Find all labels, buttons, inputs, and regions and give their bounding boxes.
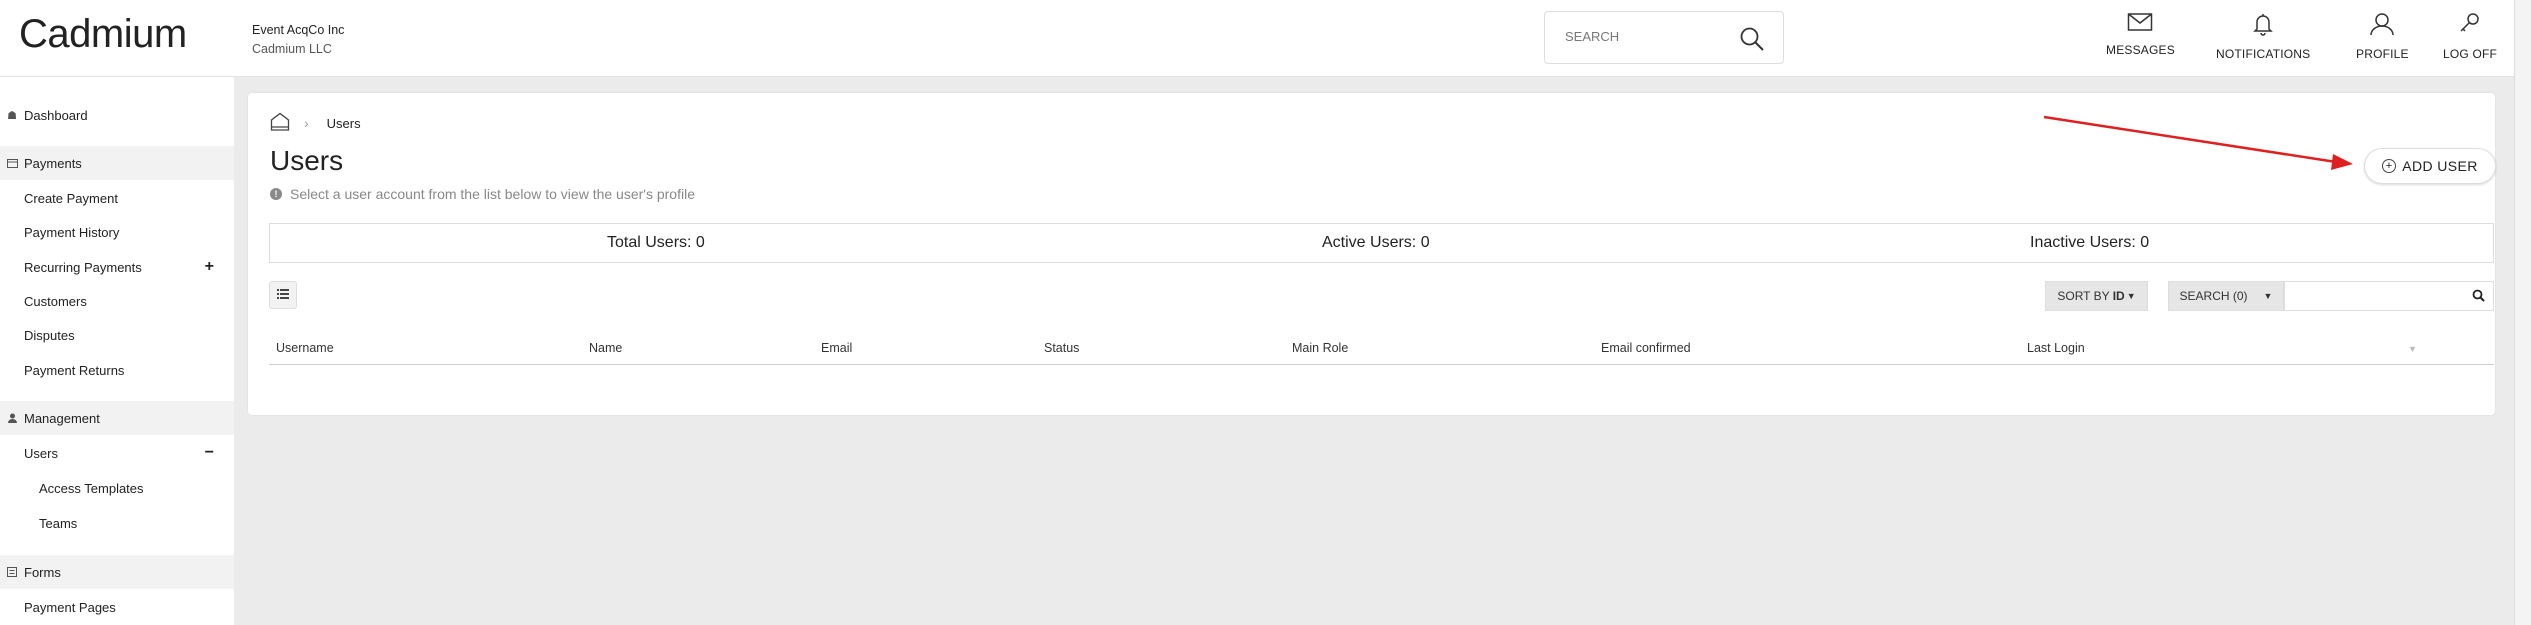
search-field-label: SEARCH (0)	[2179, 289, 2248, 303]
sidebar: ☗ Dashboard Payments Create Payment Paym…	[0, 77, 234, 625]
sidebar-item-users[interactable]: Users −	[0, 436, 234, 470]
nav-messages-label: MESSAGES	[2106, 43, 2175, 57]
users-table-header: Username Name Email Status Main Role Ema…	[269, 333, 2494, 365]
sidebar-item-label: Customers	[24, 293, 87, 309]
global-search-input[interactable]	[1565, 29, 1735, 44]
organization-name: Event AcqCo Inc	[252, 23, 345, 37]
envelope-icon	[2127, 12, 2153, 35]
nav-profile-label: PROFILE	[2356, 47, 2409, 61]
sidebar-section-payments[interactable]: Payments	[0, 146, 234, 180]
home-icon[interactable]	[270, 112, 290, 134]
sort-by-dropdown[interactable]: SORT BY ID ▼	[2045, 281, 2148, 311]
collapse-icon[interactable]: −	[205, 444, 214, 462]
sidebar-item-access-templates[interactable]: Access Templates	[0, 471, 234, 505]
sort-by-prefix: SORT BY	[2057, 289, 2113, 303]
nav-messages[interactable]: MESSAGES	[2106, 12, 2175, 57]
column-header-status[interactable]: Status	[1044, 341, 1079, 355]
user-icon	[2369, 12, 2395, 39]
sidebar-item-label: Access Templates	[39, 480, 144, 496]
breadcrumb: › Users	[270, 112, 361, 134]
sidebar-item-label: Forms	[24, 564, 61, 580]
person-icon	[0, 413, 24, 423]
sidebar-item-label: Disputes	[24, 327, 75, 343]
sidebar-item-payment-history[interactable]: Payment History	[0, 215, 234, 249]
chevron-right-icon: ›	[304, 115, 309, 131]
column-header-email[interactable]: Email	[821, 341, 852, 355]
sidebar-item-teams[interactable]: Teams	[0, 506, 234, 540]
global-search	[1544, 11, 1784, 64]
caret-down-icon: ▼	[2126, 291, 2136, 301]
search-icon[interactable]	[2472, 289, 2485, 307]
sidebar-item-label: Payment History	[24, 224, 120, 240]
expand-icon[interactable]: +	[205, 258, 214, 276]
sidebar-item-label: Payment Returns	[24, 362, 125, 378]
page-hint: ! Select a user account from the list be…	[270, 186, 695, 202]
search-field-dropdown[interactable]: SEARCH (0) ▼	[2168, 281, 2284, 311]
inactive-users-stat: Inactive Users: 0	[2030, 234, 2150, 251]
caret-down-icon: ▼	[2263, 291, 2273, 301]
nav-log-off[interactable]: LOG OFF	[2443, 12, 2497, 61]
page-hint-text: Select a user account from the list belo…	[290, 186, 695, 202]
sidebar-item-payment-returns[interactable]: Payment Returns	[0, 353, 234, 387]
sidebar-item-label: Payment Pages	[24, 599, 116, 615]
sidebar-item-create-payment[interactable]: Create Payment	[0, 181, 234, 215]
user-stats-bar: Total Users: 0 Active Users: 0 Inactive …	[269, 223, 2494, 263]
column-header-last-login[interactable]: Last Login	[2027, 341, 2085, 355]
sidebar-item-label: Dashboard	[24, 107, 88, 123]
page-scrollbar[interactable]	[2514, 0, 2531, 625]
organization-subname: Cadmium LLC	[252, 42, 332, 56]
sidebar-item-label: Management	[24, 410, 100, 426]
page-title: Users	[270, 145, 344, 176]
nav-log-off-label: LOG OFF	[2443, 47, 2498, 61]
active-users-stat: Active Users: 0	[1322, 234, 1430, 251]
sidebar-item-label: Teams	[39, 515, 78, 531]
column-header-name[interactable]: Name	[589, 341, 622, 355]
sidebar-item-recurring-payments[interactable]: Recurring Payments +	[0, 250, 234, 284]
column-header-main-role[interactable]: Main Role	[1292, 341, 1348, 355]
plus-circle-icon: +	[2382, 159, 2397, 173]
column-header-email-confirmed[interactable]: Email confirmed	[1601, 341, 1691, 355]
key-icon	[2458, 12, 2482, 39]
top-header: Cadmium Event AcqCo Inc Cadmium LLC MESS…	[0, 0, 2531, 77]
form-icon	[0, 567, 24, 577]
list-view-toggle[interactable]	[269, 281, 297, 309]
list-icon	[277, 286, 289, 304]
sidebar-section-management[interactable]: Management	[0, 401, 234, 435]
organization-info: Event AcqCo Inc Cadmium LLC	[252, 21, 344, 59]
app-logo[interactable]: Cadmium	[19, 12, 187, 57]
card-icon	[0, 158, 24, 168]
breadcrumb-current: Users	[326, 115, 361, 131]
sidebar-item-dashboard[interactable]: ☗ Dashboard	[0, 98, 234, 132]
user-search-input[interactable]	[2291, 288, 2461, 302]
sidebar-item-label: Recurring Payments	[24, 259, 142, 275]
add-user-button[interactable]: + ADD USER	[2364, 148, 2496, 184]
sidebar-item-label: Payments	[24, 155, 82, 171]
sort-by-value: ID	[2112, 289, 2125, 303]
sidebar-section-forms[interactable]: Forms	[0, 555, 234, 589]
nav-notifications[interactable]: NOTIFICATIONS	[2216, 12, 2310, 61]
bell-icon	[2251, 12, 2275, 39]
sidebar-item-disputes[interactable]: Disputes	[0, 318, 234, 352]
sidebar-item-label: Users	[24, 445, 58, 461]
total-users-stat: Total Users: 0	[607, 234, 705, 251]
sort-desc-icon[interactable]: ▼	[2408, 344, 2417, 354]
users-card: › Users Users ! Select a user account fr…	[248, 93, 2496, 415]
nav-profile[interactable]: PROFILE	[2356, 12, 2409, 61]
user-search-box	[2284, 281, 2494, 311]
info-icon: !	[270, 188, 282, 200]
add-user-label: ADD USER	[2402, 158, 2478, 174]
sidebar-item-customers[interactable]: Customers	[0, 284, 234, 318]
nav-notifications-label: NOTIFICATIONS	[2216, 47, 2311, 61]
column-header-username[interactable]: Username	[276, 341, 334, 355]
dashboard-icon: ☗	[7, 109, 17, 122]
sidebar-item-label: Create Payment	[24, 190, 118, 206]
sidebar-item-payment-pages[interactable]: Payment Pages	[0, 590, 234, 624]
search-icon[interactable]	[1739, 26, 1765, 57]
